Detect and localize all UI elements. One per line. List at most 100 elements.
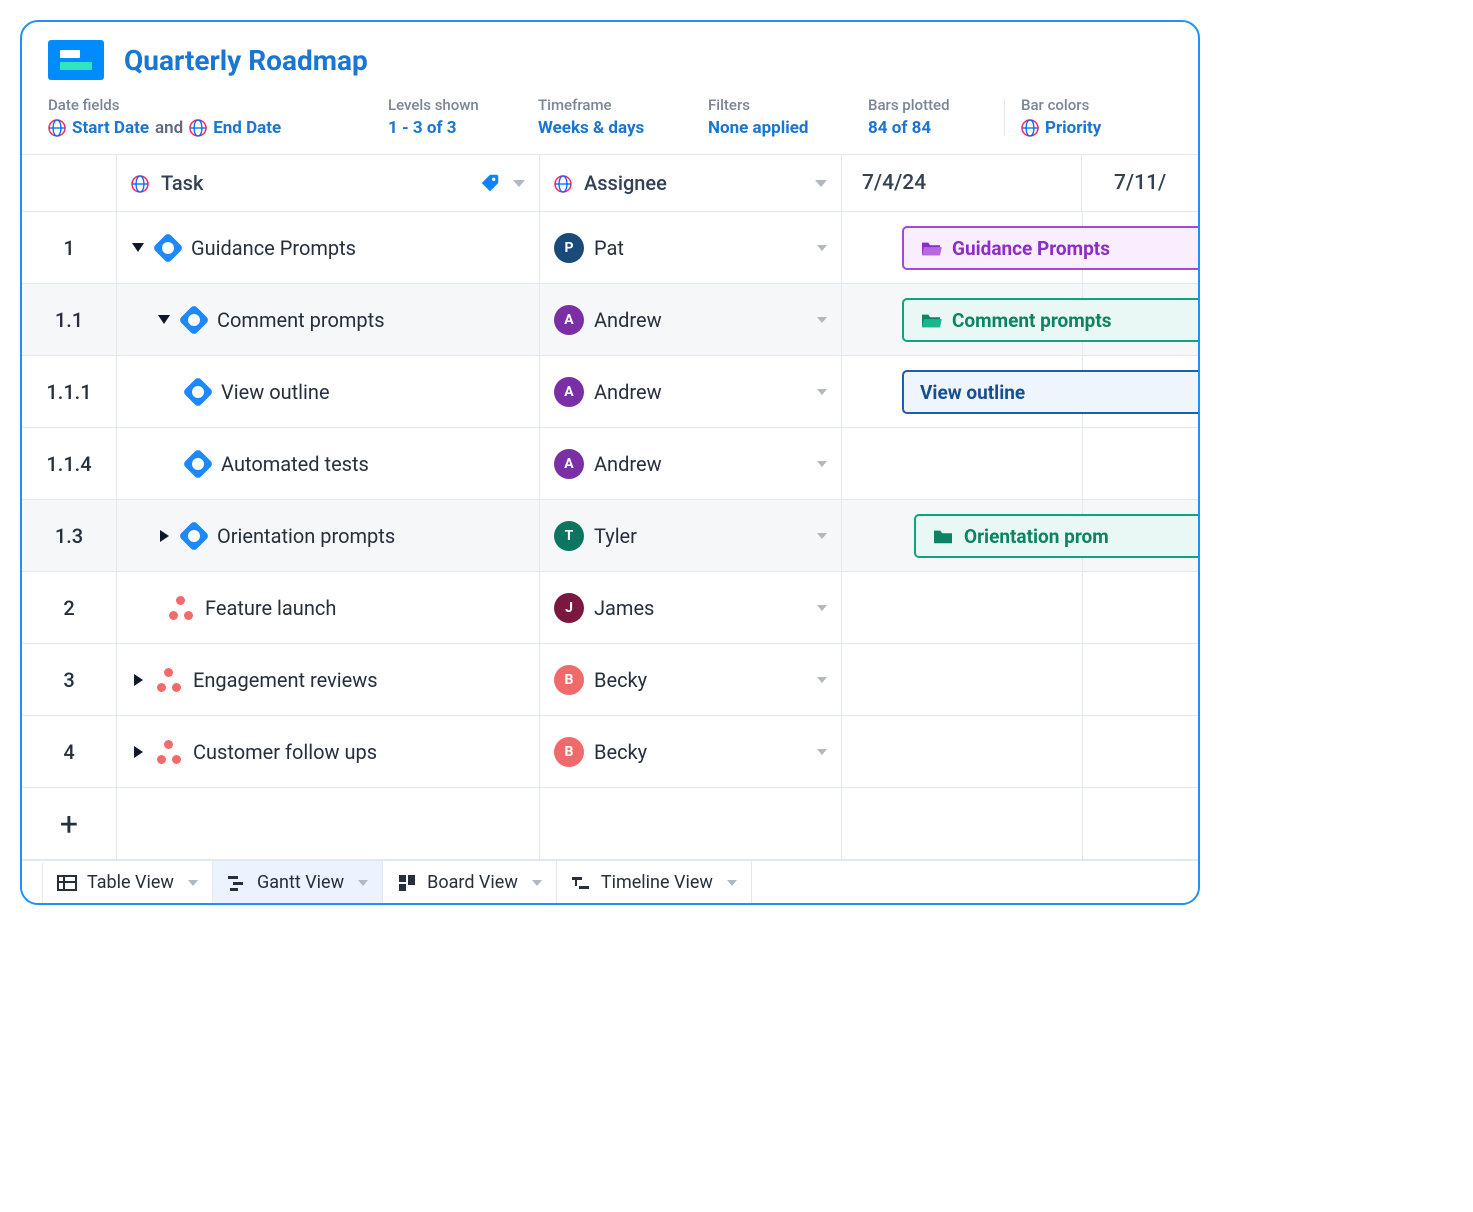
gantt-bar-orientation[interactable]: Orientation prom (914, 514, 1200, 558)
setting-label: Filters (708, 96, 848, 114)
tab-board-view[interactable]: Board View (383, 861, 557, 903)
end-date-value: End Date (213, 118, 281, 138)
row-number: 1.1 (22, 284, 117, 356)
task-cell[interactable]: View outline (117, 356, 540, 428)
timeline-cell[interactable]: Orientation prom (842, 500, 1200, 572)
gantt-bar-view[interactable]: View outline (902, 370, 1200, 414)
diamond-icon (182, 376, 213, 407)
expand-toggle[interactable] (131, 673, 145, 687)
gantt-bar-label: View outline (920, 381, 1025, 404)
row-number: 1 (22, 212, 117, 284)
expand-toggle[interactable] (157, 529, 171, 543)
assignee-cell[interactable]: A Andrew (540, 284, 842, 356)
bars-value: 84 of 84 (868, 118, 931, 138)
row-number: 1.1.4 (22, 428, 117, 500)
tab-gantt-view[interactable]: Gantt View (213, 861, 383, 903)
setting-bar-colors[interactable]: Bar colors Priority (1021, 96, 1161, 138)
setting-bars-plotted[interactable]: Bars plotted 84 of 84 (868, 96, 988, 138)
tab-timeline-view[interactable]: Timeline View (557, 861, 752, 903)
task-cell[interactable]: Comment prompts (117, 284, 540, 356)
chevron-down-icon[interactable] (817, 461, 827, 467)
timeline-cell[interactable] (842, 644, 1200, 716)
dots-icon (157, 740, 181, 764)
column-header-assignee[interactable]: Assignee (540, 155, 842, 212)
setting-label: Levels shown (388, 96, 518, 114)
task-cell[interactable]: Orientation prompts (117, 500, 540, 572)
page-header: Quarterly Roadmap (22, 22, 1198, 90)
divider (1004, 99, 1005, 135)
expand-toggle[interactable] (131, 241, 145, 255)
chevron-down-icon[interactable] (817, 749, 827, 755)
setting-filters[interactable]: Filters None applied (708, 96, 868, 138)
timeline-cell[interactable]: View outline (842, 356, 1200, 428)
page-title: Quarterly Roadmap (124, 44, 368, 77)
diamond-icon (178, 520, 209, 551)
avatar: P (554, 233, 584, 263)
task-cell[interactable]: Feature launch (117, 572, 540, 644)
setting-levels[interactable]: Levels shown 1 - 3 of 3 (388, 96, 538, 138)
tag-icon[interactable] (479, 172, 501, 194)
tab-table-view[interactable]: Table View (42, 861, 213, 903)
filters-value: None applied (708, 118, 809, 138)
add-row-button[interactable]: + (22, 788, 117, 860)
assignee-name: Andrew (594, 452, 662, 476)
assignee-cell[interactable]: A Andrew (540, 428, 842, 500)
gantt-bar-comment[interactable]: Comment prompts (902, 298, 1200, 342)
assignee-name: Tyler (594, 524, 637, 548)
globe-icon (48, 119, 66, 137)
row-number: 1.1.1 (22, 356, 117, 428)
timeline-cell[interactable] (842, 428, 1200, 500)
setting-timeframe[interactable]: Timeframe Weeks & days (538, 96, 708, 138)
setting-date-fields[interactable]: Date fields Start Date and End Date (48, 96, 388, 138)
timeline-cell[interactable]: Comment prompts (842, 284, 1200, 356)
chevron-down-icon[interactable] (817, 389, 827, 395)
view-tabs: Table View Gantt View Board View Timelin… (22, 860, 1198, 903)
chevron-down-icon[interactable] (188, 880, 198, 886)
assignee-cell[interactable]: T Tyler (540, 500, 842, 572)
assignee-cell[interactable]: B Becky (540, 716, 842, 788)
chevron-down-icon[interactable] (817, 533, 827, 539)
gantt-bar-guidance[interactable]: Guidance Prompts (902, 226, 1200, 270)
assignee-cell[interactable]: A Andrew (540, 356, 842, 428)
timeline-date: 7/4/24 (842, 155, 1082, 211)
chevron-down-icon[interactable] (817, 245, 827, 251)
chevron-down-icon[interactable] (358, 880, 368, 886)
task-cell[interactable]: Guidance Prompts (117, 212, 540, 284)
expand-toggle[interactable] (157, 313, 171, 327)
chevron-down-icon[interactable] (513, 180, 525, 187)
gantt-bar-label: Orientation prom (964, 525, 1109, 548)
table-icon (57, 873, 77, 893)
globe-icon (189, 119, 207, 137)
folder-open-icon (920, 239, 942, 257)
column-header-task[interactable]: Task (117, 155, 540, 212)
timeline-cell[interactable]: Guidance Prompts (842, 212, 1200, 284)
row-number: 1.3 (22, 500, 117, 572)
timeline-cell[interactable] (842, 572, 1200, 644)
expand-toggle[interactable] (131, 745, 145, 759)
assignee-cell[interactable]: B Becky (540, 644, 842, 716)
assignee-name: Pat (594, 236, 624, 260)
chevron-down-icon[interactable] (815, 180, 827, 187)
task-cell[interactable]: Automated tests (117, 428, 540, 500)
colors-value: Priority (1045, 118, 1101, 138)
empty-cell (540, 788, 842, 860)
task-cell[interactable]: Customer follow ups (117, 716, 540, 788)
diamond-icon (178, 304, 209, 335)
chevron-down-icon[interactable] (817, 605, 827, 611)
column-header-label: Task (161, 171, 203, 195)
chevron-down-icon[interactable] (727, 880, 737, 886)
chevron-down-icon[interactable] (817, 677, 827, 683)
assignee-cell[interactable]: J James (540, 572, 842, 644)
task-name: View outline (221, 380, 330, 404)
assignee-name: James (594, 596, 654, 620)
avatar: A (554, 377, 584, 407)
avatar: B (554, 737, 584, 767)
assignee-cell[interactable]: P Pat (540, 212, 842, 284)
row-number: 3 (22, 644, 117, 716)
timeline-date: 7/11/ (1094, 155, 1200, 211)
task-cell[interactable]: Engagement reviews (117, 644, 540, 716)
chevron-down-icon[interactable] (532, 880, 542, 886)
timeline-cell (842, 788, 1200, 860)
timeline-cell[interactable] (842, 716, 1200, 788)
chevron-down-icon[interactable] (817, 317, 827, 323)
